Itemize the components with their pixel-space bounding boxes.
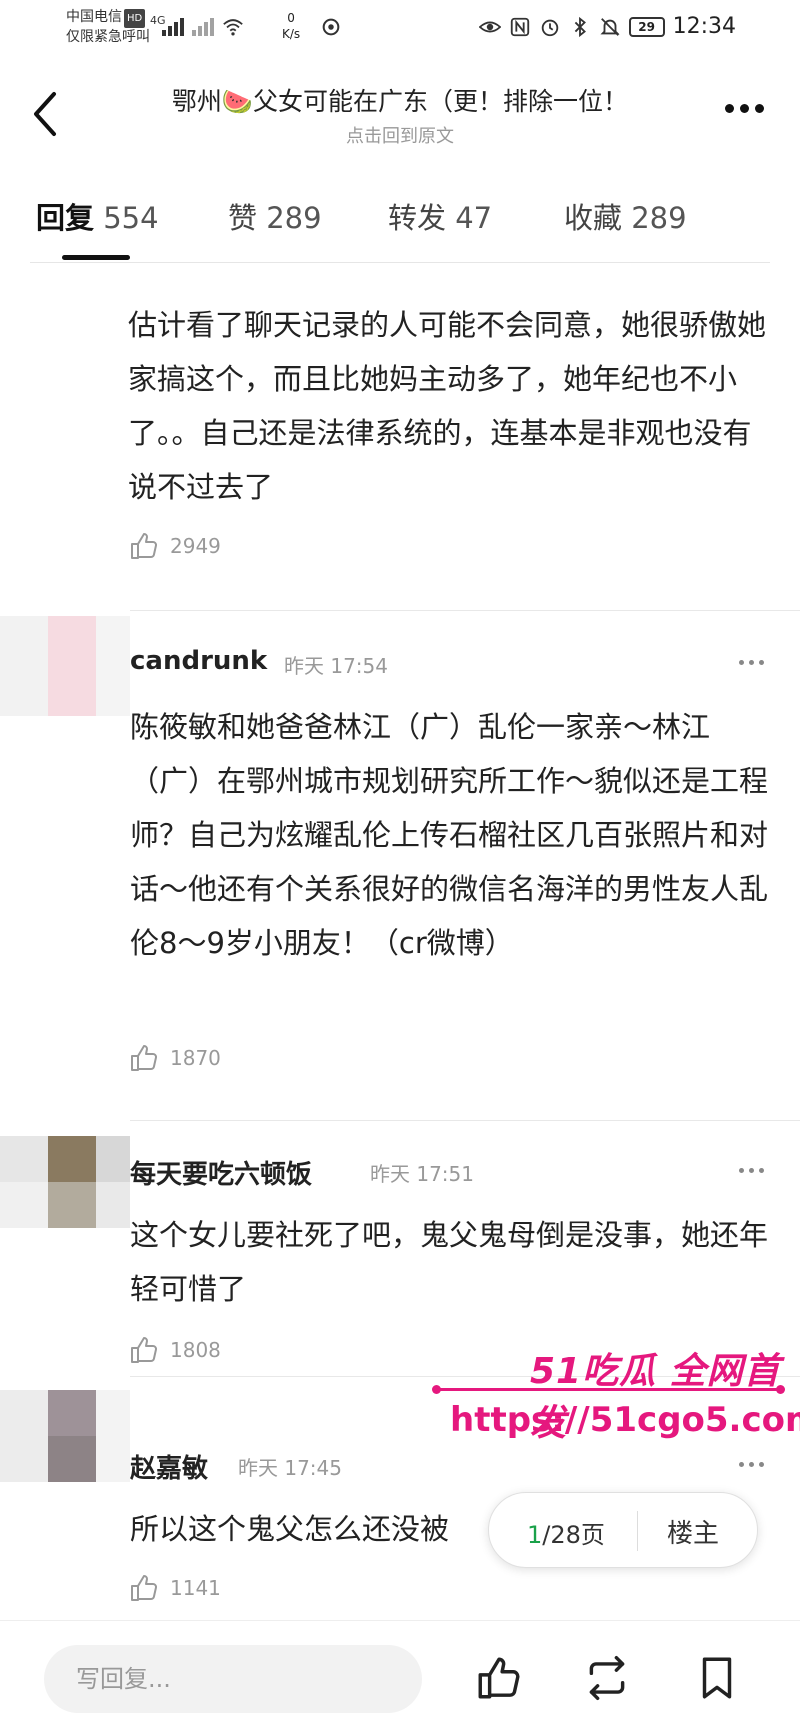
tab-count: 47 <box>455 201 493 235</box>
comment-text: 估计看了聊天记录的人可能不会同意，她很骄傲她家搞这个，而且比她妈主动多了，她年纪… <box>128 308 767 504</box>
clock: 12:34 <box>672 14 736 39</box>
thumb-up-icon <box>131 533 157 559</box>
divider <box>130 610 800 611</box>
tab-count: 289 <box>631 201 687 235</box>
page-indicator[interactable]: 1/28页 <box>527 1515 605 1550</box>
emergency-label: 仅限紧急呼叫 <box>66 29 150 45</box>
mute-bell-icon <box>600 17 620 36</box>
tab-label: 回复 <box>36 201 95 235</box>
avatar[interactable] <box>0 616 130 726</box>
active-tab-indicator <box>62 255 130 260</box>
post-header: 鄂州🍉父女可能在广东（更！排除一位！ 点击回到原文 <box>0 60 800 155</box>
thumb-up-icon <box>131 1575 157 1601</box>
tab-likes[interactable]: 赞 289 <box>228 195 322 237</box>
like-count: 1141 <box>170 1576 221 1600</box>
speed-unit: K/s <box>282 27 301 41</box>
commenter-name[interactable]: candrunk <box>130 646 267 676</box>
battery-indicator: 29 <box>628 16 665 37</box>
network-speed: 0 K/s <box>282 10 300 42</box>
like-count: 1870 <box>170 1046 221 1070</box>
signal-icon <box>162 18 184 36</box>
reply-input[interactable] <box>44 1645 422 1713</box>
tab-bar: 回复 554 赞 289 转发 47 收藏 289 <box>0 185 800 260</box>
only-owner-button[interactable]: 楼主 <box>667 1513 719 1550</box>
tab-label: 收藏 <box>564 201 623 235</box>
current-page: 1 <box>527 1521 543 1549</box>
status-right: 29 12:34 <box>478 14 736 39</box>
total-pages: /28页 <box>542 1521 605 1549</box>
comment-more-icon[interactable] <box>739 1462 764 1467</box>
hd-badge: HD <box>124 9 146 28</box>
divider <box>130 1120 800 1121</box>
commenter-name[interactable]: 每天要吃六顿饭 <box>130 1154 312 1191</box>
like-button[interactable]: 1870 <box>128 1042 221 1074</box>
carrier-info: 中国电信 HD 仅限紧急呼叫 <box>66 8 150 47</box>
wifi-icon <box>223 19 243 36</box>
like-count: 1808 <box>170 1338 221 1362</box>
comment-text: 陈筱敏和她爸爸林江（广）乱伦一家亲～林江（广）在鄂州城市规划研究所工作～貌似还是… <box>130 710 769 960</box>
thumb-up-icon <box>131 1045 157 1071</box>
like-count: 2949 <box>170 534 221 558</box>
status-bar: 中国电信 HD 仅限紧急呼叫 4G 0 K/s 29 12:34 <box>0 0 800 60</box>
comment-more-icon[interactable] <box>739 660 764 665</box>
signal-2-icon <box>192 18 214 36</box>
more-icon[interactable] <box>725 104 764 113</box>
repost-icon[interactable] <box>582 1653 632 1703</box>
alarm-icon <box>541 19 558 36</box>
watermark-dot <box>432 1385 441 1394</box>
watermark-line <box>436 1388 781 1391</box>
tab-reposts[interactable]: 转发 47 <box>388 195 492 237</box>
bottom-bar <box>0 1620 800 1733</box>
app-notification-icon <box>322 18 340 36</box>
carrier-name: 中国电信 <box>66 9 122 25</box>
avatar[interactable] <box>0 1136 130 1232</box>
tab-count: 289 <box>266 201 322 235</box>
comment-more-icon[interactable] <box>739 1168 764 1173</box>
bookmark-icon[interactable] <box>692 1653 742 1703</box>
like-button[interactable]: 2949 <box>128 530 221 562</box>
avatar[interactable] <box>0 1390 130 1486</box>
comment-time: 昨天 17:51 <box>370 1162 474 1186</box>
like-button[interactable]: 1808 <box>128 1334 221 1366</box>
back-to-original-link[interactable]: 点击回到原文 <box>0 122 800 148</box>
divider <box>637 1511 638 1551</box>
thumb-up-icon[interactable] <box>474 1653 524 1703</box>
nfc-icon <box>510 17 529 36</box>
eye-icon <box>478 21 501 32</box>
tab-count: 554 <box>103 201 159 235</box>
comment-time: 昨天 17:54 <box>284 654 388 678</box>
page-navigator: 1/28页 楼主 <box>488 1492 758 1568</box>
speed-value: 0 <box>287 11 295 25</box>
commenter-name[interactable]: 赵嘉敏 <box>130 1448 208 1485</box>
bluetooth-icon <box>574 16 586 37</box>
watermark-dot <box>776 1385 785 1394</box>
thumb-up-icon <box>131 1337 157 1363</box>
tab-label: 赞 <box>228 201 258 235</box>
tab-replies[interactable]: 回复 554 <box>36 195 159 237</box>
tab-favorites[interactable]: 收藏 289 <box>564 195 687 237</box>
watermark-url: https://51cgo5.com <box>450 1400 800 1440</box>
like-button[interactable]: 1141 <box>128 1572 221 1604</box>
comment-time: 昨天 17:45 <box>238 1456 342 1480</box>
comment-text: 这个女儿要社死了吧，鬼父鬼母倒是没事，她还年轻可惜了 <box>130 1218 769 1306</box>
divider <box>30 262 770 263</box>
post-title[interactable]: 鄂州🍉父女可能在广东（更！排除一位！ <box>0 82 800 118</box>
tab-label: 转发 <box>388 201 447 235</box>
